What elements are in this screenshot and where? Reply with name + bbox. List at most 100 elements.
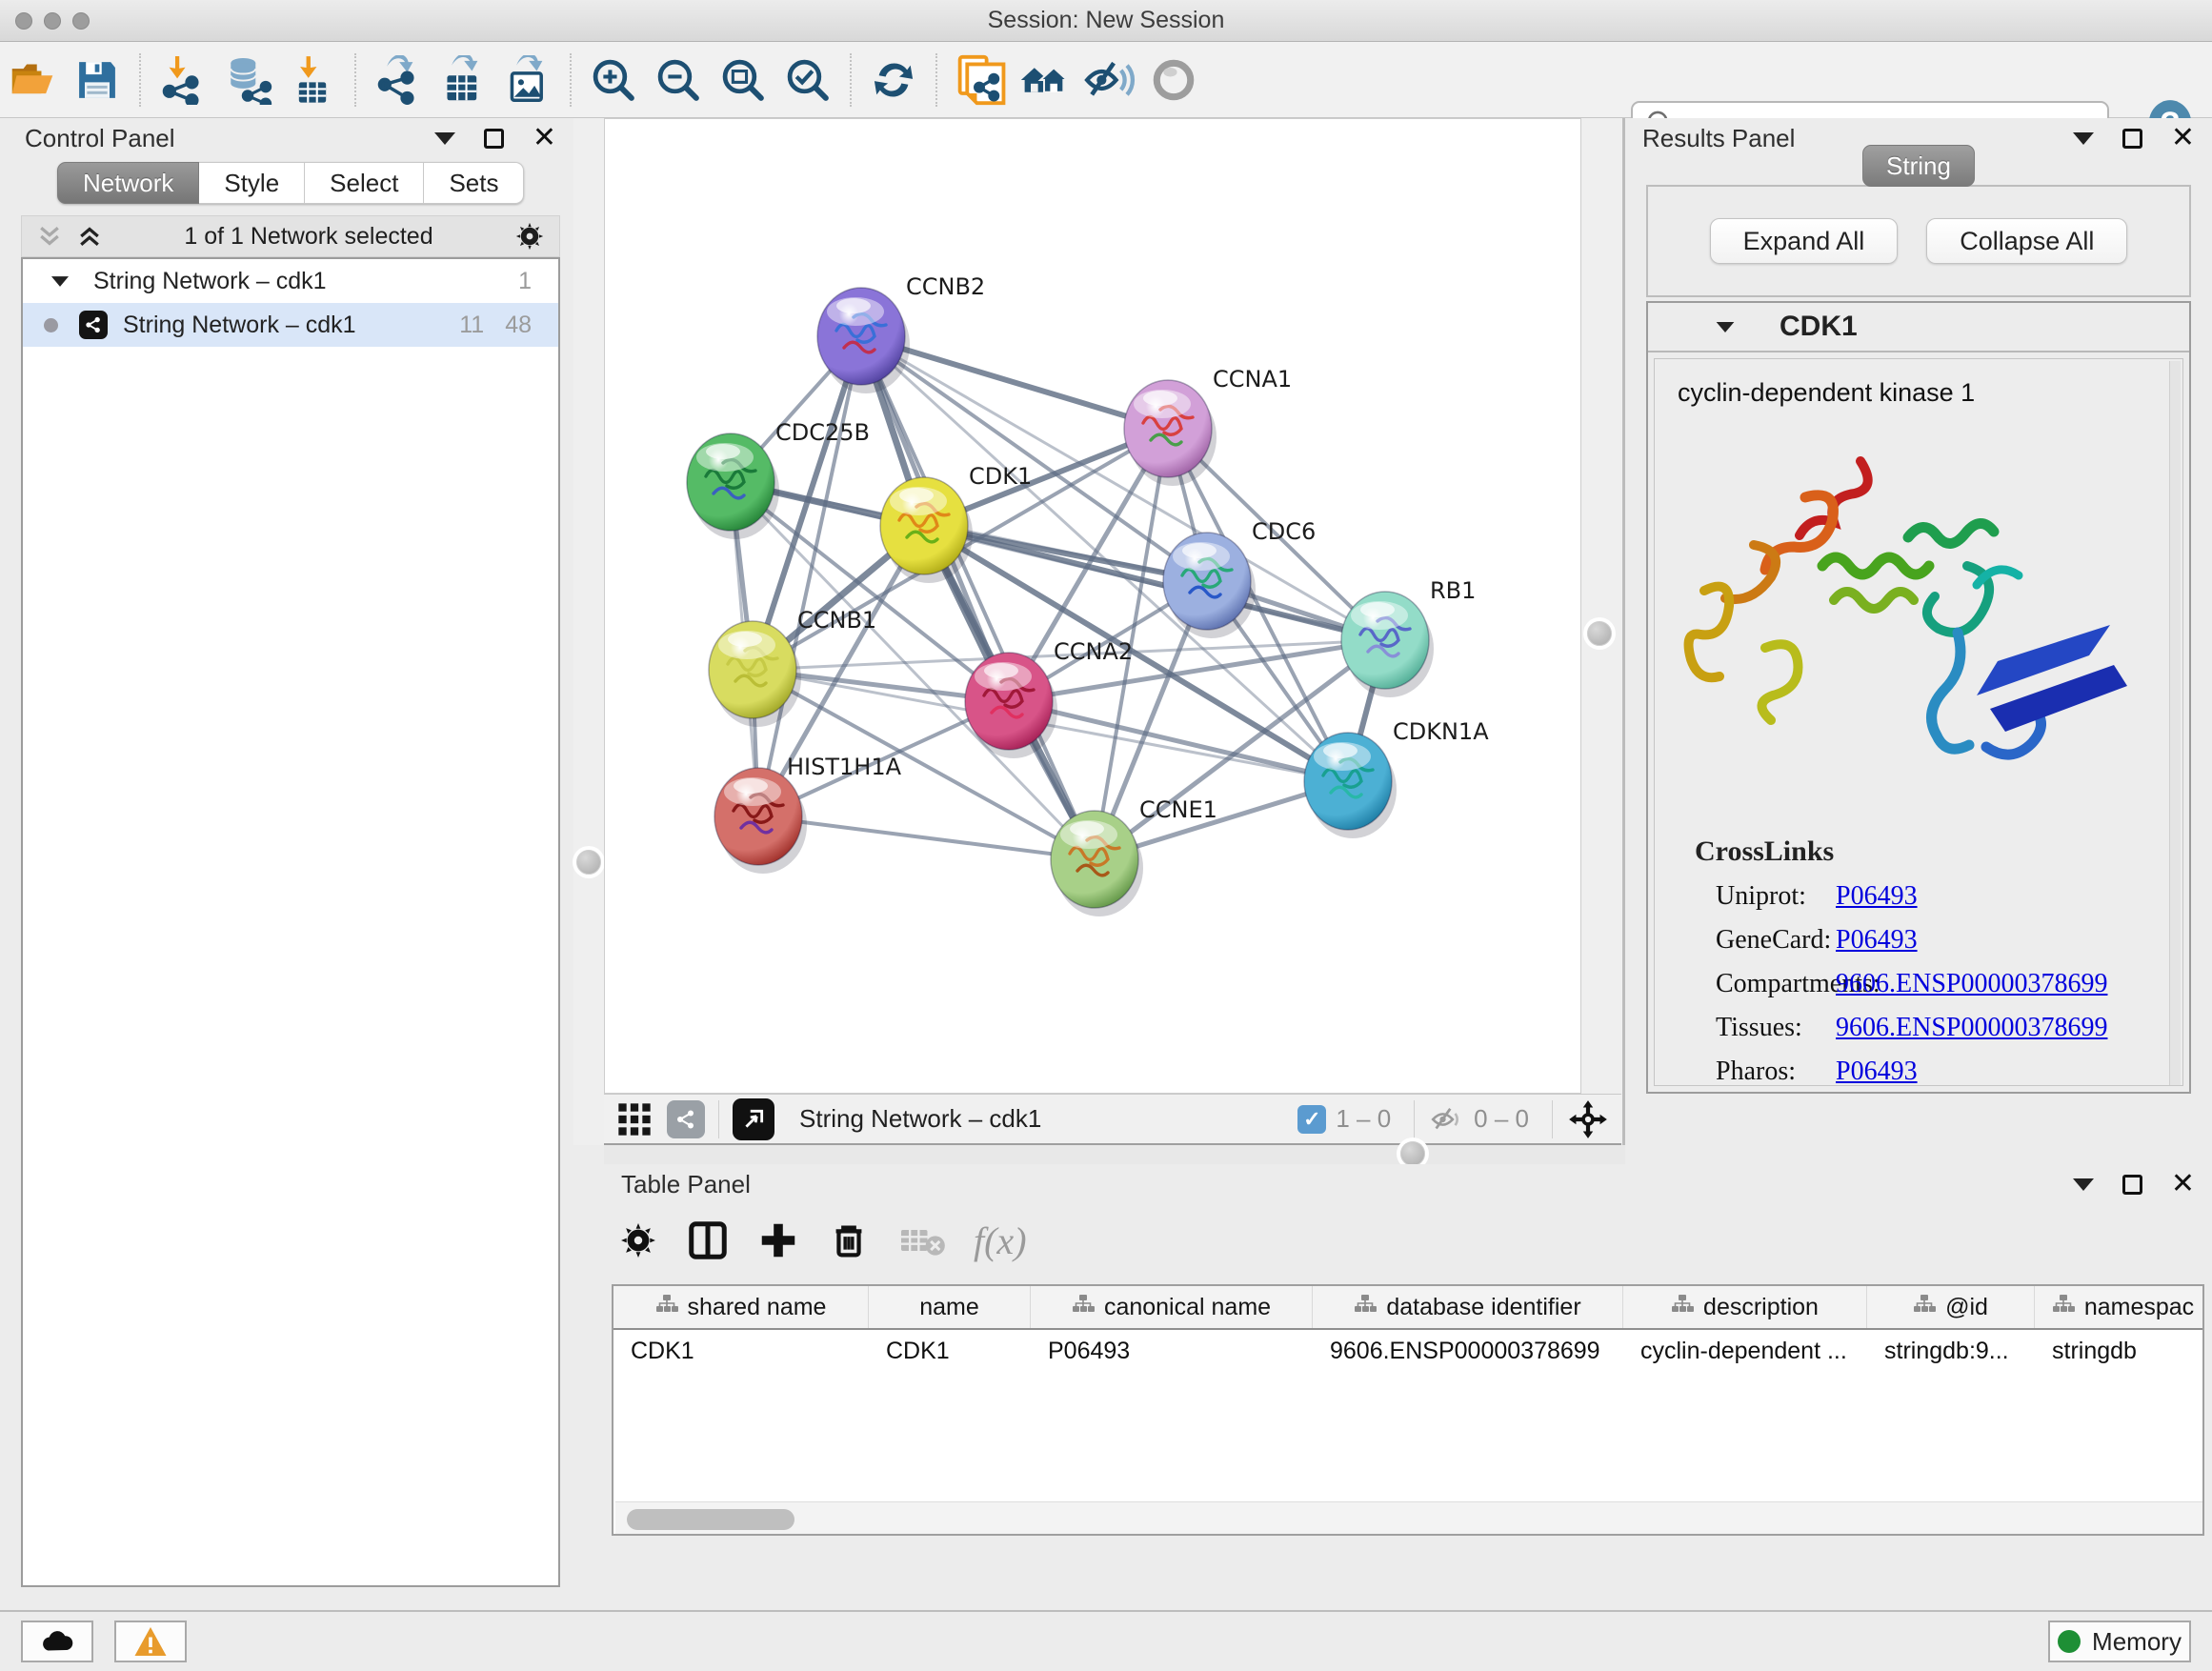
tab-select[interactable]: Select — [305, 162, 424, 204]
eye-slash-icon — [1082, 53, 1136, 107]
collection-expander-icon[interactable] — [51, 276, 69, 287]
right-splitter-handle[interactable] — [1587, 621, 1612, 646]
create-column-plus-icon[interactable] — [756, 1218, 800, 1262]
network-snapshot-button[interactable] — [952, 52, 1007, 108]
network-row[interactable]: String Network – cdk1 11 48 — [23, 303, 558, 347]
delete-column-trash-icon[interactable] — [827, 1218, 871, 1262]
results-scrollbar[interactable] — [2169, 361, 2181, 1085]
memory-button[interactable]: Memory — [2048, 1621, 2191, 1662]
network-node-CCNA2[interactable] — [965, 653, 1057, 758]
gene-expander-icon[interactable] — [1717, 321, 1735, 332]
panel-menu-icon[interactable] — [434, 132, 455, 145]
import-table-button[interactable] — [285, 52, 340, 108]
network-canvas[interactable]: CCNB2CCNA1CDC25BCDK1CDC6RB1CCNB1CCNA2CDK… — [604, 118, 1581, 1094]
crosslink-link[interactable]: P06493 — [1836, 881, 1918, 912]
network-node-CDC6[interactable] — [1163, 533, 1256, 638]
network-options-gear-icon[interactable] — [513, 220, 546, 252]
network-node-HIST1H1A[interactable] — [714, 768, 807, 874]
fit-selected-crosshair-icon[interactable] — [1566, 1097, 1610, 1141]
hidden-items-icon[interactable] — [1428, 1101, 1464, 1137]
tab-network[interactable]: Network — [57, 162, 199, 204]
crosslink-link[interactable]: 9606.ENSP00000378699 — [1836, 969, 2107, 999]
network-node-CDK1[interactable] — [880, 477, 973, 583]
export-network-button[interactable] — [371, 52, 426, 108]
float-panel-icon[interactable] — [484, 129, 504, 149]
table-hscrollbar[interactable] — [615, 1501, 2204, 1536]
import-network-file-button[interactable] — [155, 52, 211, 108]
column-header-description[interactable]: description — [1623, 1286, 1867, 1328]
zoom-in-button[interactable] — [586, 52, 641, 108]
export-table-button[interactable] — [435, 52, 491, 108]
table-cell[interactable]: P06493 — [1031, 1330, 1313, 1372]
collapse-all-button[interactable]: Collapse All — [1926, 218, 2127, 264]
close-panel-icon[interactable]: ✕ — [533, 124, 556, 152]
close-panel-icon[interactable]: ✕ — [2171, 1170, 2195, 1198]
column-header--id[interactable]: @id — [1867, 1286, 2035, 1328]
selected-items-checkbox[interactable]: ✓ — [1297, 1105, 1326, 1134]
table-options-gear-icon[interactable] — [617, 1219, 659, 1261]
tab-string[interactable]: String — [1862, 145, 1975, 187]
table-hscrollbar-thumb[interactable] — [627, 1509, 794, 1530]
column-header-canonical-name[interactable]: canonical name — [1031, 1286, 1313, 1328]
crosslink-link[interactable]: P06493 — [1836, 925, 1918, 956]
expand-all-button[interactable]: Expand All — [1710, 218, 1899, 264]
network-collection-row[interactable]: String Network – cdk1 1 — [23, 259, 558, 303]
cloud-service-button[interactable] — [21, 1621, 93, 1662]
tab-style[interactable]: Style — [199, 162, 305, 204]
network-node-CDKN1A[interactable] — [1304, 733, 1397, 838]
network-node-CCNA1[interactable] — [1124, 380, 1217, 486]
table-cell[interactable]: cyclin-dependent ... — [1623, 1330, 1867, 1372]
warnings-button[interactable] — [114, 1621, 187, 1662]
table-cell[interactable]: CDK1 — [869, 1330, 1031, 1372]
left-splitter-handle[interactable] — [576, 850, 601, 875]
float-panel-icon[interactable] — [2122, 129, 2142, 149]
column-header-database-identifier[interactable]: database identifier — [1313, 1286, 1623, 1328]
network-edge[interactable] — [861, 336, 1095, 859]
birds-eye-view-icon[interactable] — [733, 1098, 774, 1140]
network-overview-icon[interactable] — [667, 1100, 705, 1138]
network-node-CCNB2[interactable] — [817, 288, 910, 393]
network-node-CDC25B[interactable] — [687, 433, 779, 539]
grid-view-icon[interactable] — [615, 1100, 654, 1138]
apply-layout-button[interactable] — [866, 52, 921, 108]
right-splitter[interactable] — [1581, 118, 1625, 1145]
float-panel-icon[interactable] — [2122, 1175, 2142, 1195]
horizontal-splitter-handle[interactable] — [1400, 1141, 1425, 1166]
show-hidden-button[interactable] — [1146, 52, 1201, 108]
panel-menu-icon[interactable] — [2073, 1178, 2094, 1191]
export-image-button[interactable] — [500, 52, 555, 108]
table-row[interactable]: CDK1CDK1P064939606.ENSP00000378699cyclin… — [613, 1330, 2202, 1372]
panel-menu-icon[interactable] — [2073, 132, 2094, 145]
collapse-all-icon[interactable] — [35, 222, 64, 251]
column-header-shared-name[interactable]: shared name — [613, 1286, 869, 1328]
tab-sets[interactable]: Sets — [424, 162, 524, 204]
network-edge[interactable] — [758, 336, 861, 816]
crosslink-row: Compartments:9606.ENSP00000378699 — [1655, 969, 2182, 999]
column-header-namespac[interactable]: namespac — [2035, 1286, 2204, 1328]
close-panel-icon[interactable]: ✕ — [2171, 124, 2195, 152]
gene-section-header[interactable]: CDK1 — [1648, 303, 2189, 352]
expand-all-icon[interactable] — [75, 222, 104, 251]
network-node-CCNE1[interactable] — [1051, 811, 1143, 916]
crosslink-link[interactable]: P06493 — [1836, 1057, 1918, 1086]
table-cell[interactable]: stringdb — [2035, 1330, 2204, 1372]
column-header-name[interactable]: name — [869, 1286, 1031, 1328]
open-session-button[interactable] — [5, 52, 60, 108]
network-node-RB1[interactable] — [1341, 592, 1434, 697]
network-edge[interactable] — [1009, 701, 1348, 781]
table-cell[interactable]: CDK1 — [613, 1330, 869, 1372]
crosslink-link[interactable]: 9606.ENSP00000378699 — [1836, 1013, 2107, 1043]
table-cell[interactable]: stringdb:9... — [1867, 1330, 2035, 1372]
zoom-fit-button[interactable] — [715, 52, 771, 108]
first-neighbors-button[interactable] — [1016, 52, 1072, 108]
network-tree: String Network – cdk1 1 String Network –… — [21, 257, 560, 1587]
import-network-database-button[interactable] — [220, 52, 275, 108]
save-session-button[interactable] — [70, 52, 125, 108]
table-cell[interactable]: 9606.ENSP00000378699 — [1313, 1330, 1623, 1372]
zoom-selected-button[interactable] — [780, 52, 835, 108]
zoom-out-button[interactable] — [651, 52, 706, 108]
show-columns-icon[interactable] — [686, 1218, 730, 1262]
left-splitter[interactable] — [573, 118, 604, 1145]
network-edge[interactable] — [758, 816, 1095, 859]
hide-selected-button[interactable] — [1081, 52, 1136, 108]
